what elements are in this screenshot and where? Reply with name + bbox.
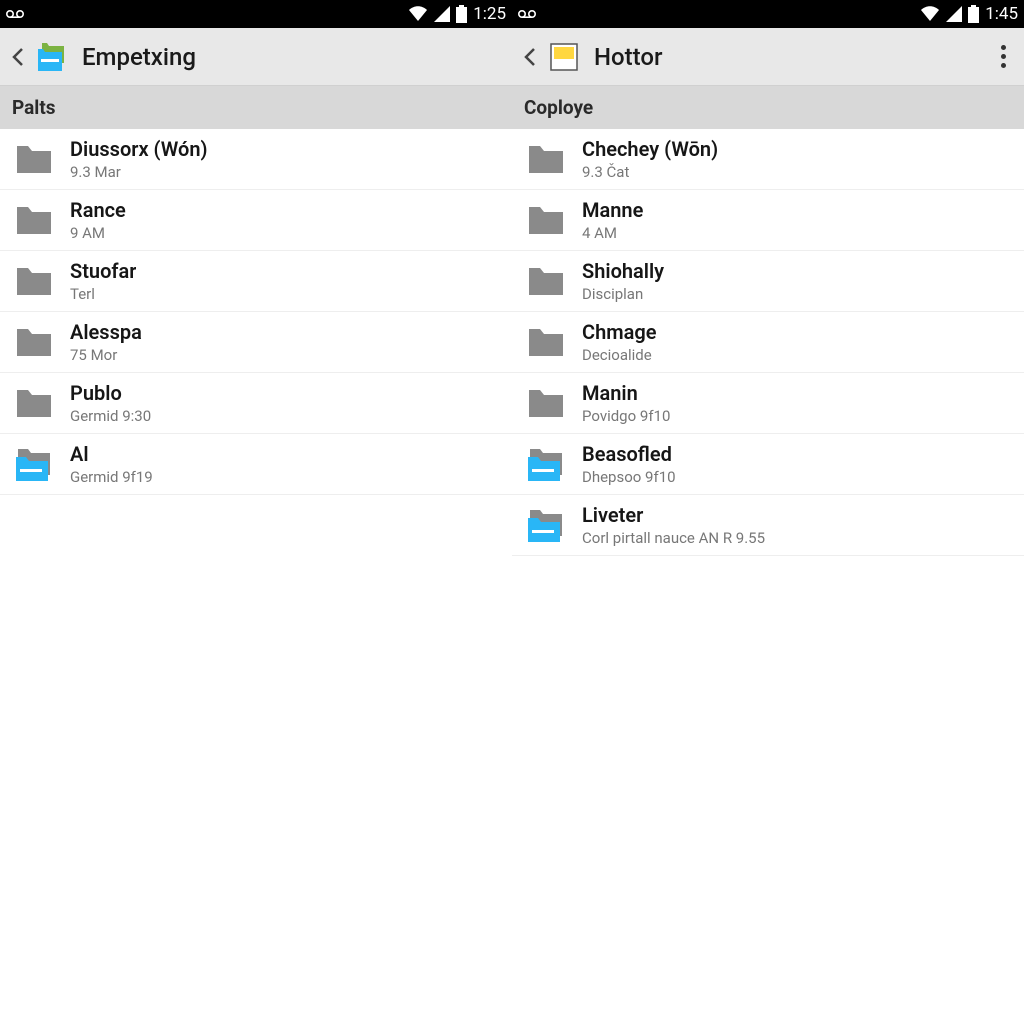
list-item-title: Al bbox=[70, 442, 153, 466]
list-item-title: Manin bbox=[582, 381, 670, 405]
list-item-subtitle: Povidgo 9f10 bbox=[582, 407, 670, 425]
section-header: Palts bbox=[0, 86, 512, 129]
list-item-subtitle: 4 AM bbox=[582, 224, 643, 242]
list-item[interactable]: Shiohally Disciplan bbox=[512, 251, 1024, 312]
list-item-title: Publo bbox=[70, 381, 151, 405]
list-item-texts: Shiohally Disciplan bbox=[582, 259, 664, 303]
app-title: Empetxing bbox=[82, 43, 196, 71]
folder-icon bbox=[12, 198, 56, 242]
list-item[interactable]: Chmage Decioalide bbox=[512, 312, 1024, 373]
battery-icon bbox=[968, 5, 979, 23]
list-item-texts: Diussorx (Wón) 9.3 Mar bbox=[70, 137, 208, 181]
folder-icon bbox=[524, 137, 568, 181]
list-item-texts: Alesspa 75 Mor bbox=[70, 320, 142, 364]
list-item-texts: Chmage Decioalide bbox=[582, 320, 657, 364]
status-bar: 1:45 bbox=[512, 0, 1024, 28]
list-item-texts: Manin Povidgo 9f10 bbox=[582, 381, 670, 425]
list-item[interactable]: Liveter Corl pirtall nauce AN R 9.55 bbox=[512, 495, 1024, 556]
app-bar: Hottor bbox=[512, 28, 1024, 86]
file-list: Chechey (Wōn) 9.3 Čat Manne 4 AM Shiohally Di… bbox=[512, 129, 1024, 556]
status-time: 1:25 bbox=[473, 4, 506, 24]
list-item-title: Chechey (Wōn) bbox=[582, 137, 718, 161]
folder-icon bbox=[12, 259, 56, 303]
list-item-texts: Publo Germid 9:30 bbox=[70, 381, 151, 425]
back-button[interactable] bbox=[520, 47, 540, 67]
list-item-title: Shiohally bbox=[582, 259, 664, 283]
list-item-title: Stuofar bbox=[70, 259, 136, 283]
list-item-texts: Liveter Corl pirtall nauce AN R 9.55 bbox=[582, 503, 765, 547]
folder-icon bbox=[12, 381, 56, 425]
app-logo-icon bbox=[32, 37, 72, 77]
folder-icon bbox=[524, 320, 568, 364]
list-item[interactable]: Al Germid 9f19 bbox=[0, 434, 512, 495]
list-item-texts: Manne 4 AM bbox=[582, 198, 643, 242]
list-item[interactable]: Publo Germid 9:30 bbox=[0, 373, 512, 434]
list-item-subtitle: 9 AM bbox=[70, 224, 126, 242]
list-item[interactable]: Manin Povidgo 9f10 bbox=[512, 373, 1024, 434]
list-item[interactable]: Diussorx (Wón) 9.3 Mar bbox=[0, 129, 512, 190]
folder-blue-icon bbox=[12, 442, 56, 486]
list-item[interactable]: Beasofled Dhepsoo 9f10 bbox=[512, 434, 1024, 495]
list-item[interactable]: Rance 9 AM bbox=[0, 190, 512, 251]
status-time: 1:45 bbox=[985, 4, 1018, 24]
cell-signal-icon bbox=[946, 6, 962, 22]
list-item-texts: Beasofled Dhepsoo 9f10 bbox=[582, 442, 676, 486]
app-logo-icon bbox=[544, 37, 584, 77]
right-pane: 1:45 Hottor Coploye Chechey (Wōn) 9.3 Čat… bbox=[512, 0, 1024, 1024]
list-item-texts: Chechey (Wōn) 9.3 Čat bbox=[582, 137, 718, 181]
list-item-title: Diussorx (Wón) bbox=[70, 137, 208, 161]
list-item-subtitle: 9.3 Mar bbox=[70, 163, 208, 181]
list-item-title: Chmage bbox=[582, 320, 657, 344]
list-item-title: Beasofled bbox=[582, 442, 676, 466]
list-item-texts: Al Germid 9f19 bbox=[70, 442, 153, 486]
voicemail-icon bbox=[518, 8, 536, 20]
list-item[interactable]: Alesspa 75 Mor bbox=[0, 312, 512, 373]
folder-icon bbox=[12, 320, 56, 364]
list-item-title: Alesspa bbox=[70, 320, 142, 344]
folder-icon bbox=[524, 259, 568, 303]
list-item-title: Liveter bbox=[582, 503, 765, 527]
list-item-subtitle: Dhepsoo 9f10 bbox=[582, 468, 676, 486]
list-item-subtitle: Corl pirtall nauce AN R 9.55 bbox=[582, 529, 765, 547]
list-item-subtitle: Germid 9f19 bbox=[70, 468, 153, 486]
list-item-subtitle: Disciplan bbox=[582, 285, 664, 303]
list-item-subtitle: 75 Mor bbox=[70, 346, 142, 364]
list-item-texts: Stuofar Terl bbox=[70, 259, 136, 303]
list-item[interactable]: Chechey (Wōn) 9.3 Čat bbox=[512, 129, 1024, 190]
app-title: Hottor bbox=[594, 43, 662, 71]
list-item[interactable]: Manne 4 AM bbox=[512, 190, 1024, 251]
cell-signal-icon bbox=[434, 6, 450, 22]
left-pane: 1:25 Empetxing Palts Diussorx (Wón) 9.3 M… bbox=[0, 0, 512, 1024]
folder-icon bbox=[12, 137, 56, 181]
list-item-subtitle: Decioalide bbox=[582, 346, 657, 364]
list-item-subtitle: Germid 9:30 bbox=[70, 407, 151, 425]
folder-icon bbox=[524, 381, 568, 425]
list-item-texts: Rance 9 AM bbox=[70, 198, 126, 242]
folder-blue-icon bbox=[524, 503, 568, 547]
file-list: Diussorx (Wón) 9.3 Mar Rance 9 AM Stuofar Ter… bbox=[0, 129, 512, 495]
list-item-subtitle: 9.3 Čat bbox=[582, 163, 718, 181]
app-bar: Empetxing bbox=[0, 28, 512, 86]
folder-blue-icon bbox=[524, 442, 568, 486]
wifi-icon bbox=[408, 6, 428, 22]
status-bar: 1:25 bbox=[0, 0, 512, 28]
section-header: Coploye bbox=[512, 86, 1024, 129]
battery-icon bbox=[456, 5, 467, 23]
list-item-subtitle: Terl bbox=[70, 285, 136, 303]
list-item[interactable]: Stuofar Terl bbox=[0, 251, 512, 312]
folder-icon bbox=[524, 198, 568, 242]
wifi-icon bbox=[920, 6, 940, 22]
list-item-title: Manne bbox=[582, 198, 643, 222]
back-button[interactable] bbox=[8, 47, 28, 67]
overflow-menu-button[interactable] bbox=[991, 37, 1016, 76]
voicemail-icon bbox=[6, 8, 24, 20]
list-item-title: Rance bbox=[70, 198, 126, 222]
